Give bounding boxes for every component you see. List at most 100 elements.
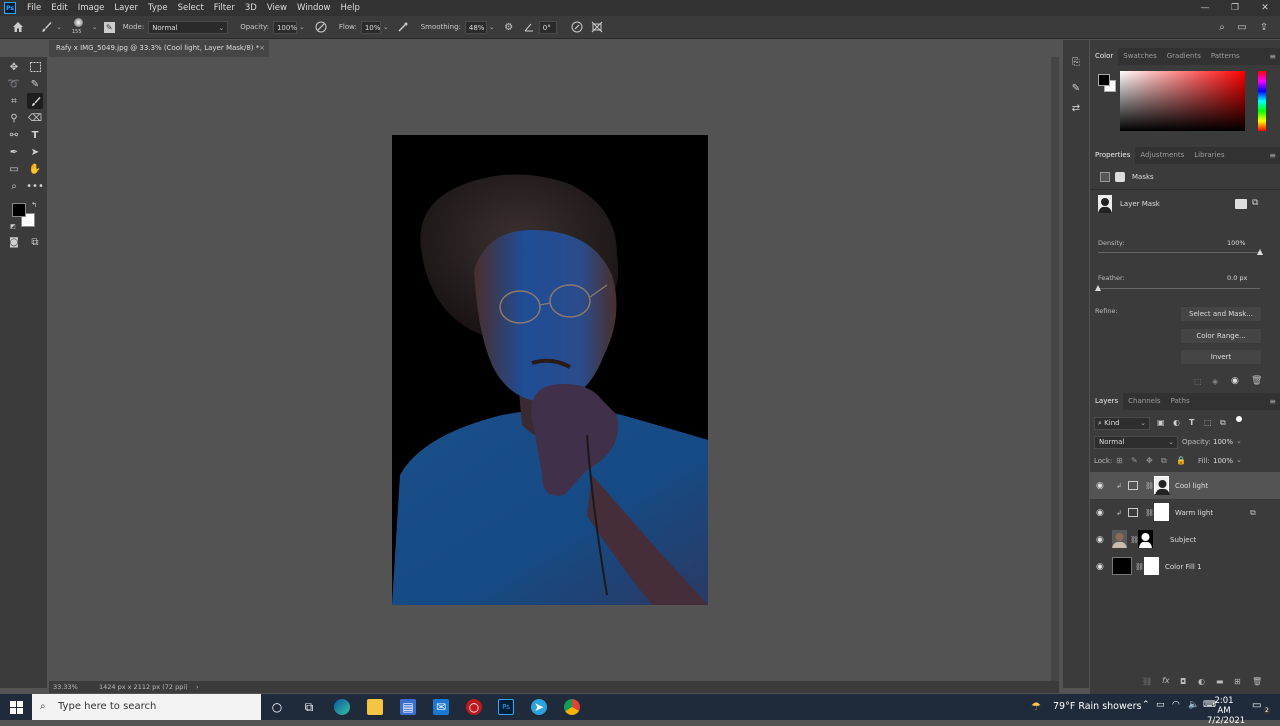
battery-icon[interactable]: ▭: [1156, 700, 1165, 710]
layer-name[interactable]: Warm light: [1175, 509, 1213, 517]
layer-name[interactable]: Cool light: [1175, 482, 1208, 490]
document-canvas-image[interactable]: [392, 135, 708, 605]
home-icon[interactable]: [10, 19, 26, 35]
vertical-scrollbar[interactable]: [1051, 57, 1059, 681]
filter-toggle-icon[interactable]: [1236, 416, 1242, 422]
density-slider-track[interactable]: [1098, 252, 1260, 253]
layer-row-color-fill[interactable]: ◉ ⛓ Color Fill 1: [1090, 553, 1280, 580]
chevron-down-icon[interactable]: ⌄: [299, 23, 305, 31]
eye-icon[interactable]: ◉: [1231, 376, 1239, 386]
chevron-down-icon[interactable]: ⌄: [56, 23, 62, 31]
trash-icon[interactable]: 🗑: [1251, 376, 1262, 386]
brush-settings-panel-icon[interactable]: ✎: [1068, 80, 1084, 96]
menu-type[interactable]: Type: [143, 3, 173, 13]
apply-mask-icon[interactable]: ◈: [1212, 377, 1218, 386]
hand-tool-icon[interactable]: ✋: [27, 161, 43, 177]
layer-row-warm-light[interactable]: ◉ ↲ ⛓ Warm light ⧉: [1090, 499, 1280, 526]
screen-mode-icon[interactable]: ⧉: [27, 234, 43, 250]
photoshop-taskbar-icon[interactable]: Ps: [498, 699, 514, 715]
chevron-down-icon[interactable]: ⌄: [1236, 437, 1242, 445]
file-explorer-icon[interactable]: [367, 699, 383, 715]
feather-slider-track[interactable]: [1098, 288, 1260, 289]
smoothing-input[interactable]: 48%: [464, 20, 487, 34]
menu-edit[interactable]: Edit: [46, 3, 72, 13]
zoom-tool-icon[interactable]: ⌕: [6, 178, 22, 194]
lock-artboard-icon[interactable]: ⧉: [1161, 456, 1167, 466]
mask-thumbnail[interactable]: [1144, 557, 1159, 575]
panel-menu-icon[interactable]: ≡: [1269, 151, 1276, 160]
invert-button[interactable]: Invert: [1180, 349, 1262, 365]
chevron-up-icon[interactable]: ⌃: [1142, 700, 1150, 710]
density-slider-thumb[interactable]: [1257, 249, 1263, 255]
tab-properties[interactable]: Properties: [1090, 147, 1136, 164]
menu-select[interactable]: Select: [173, 3, 209, 13]
zoom-level[interactable]: 33.33%: [53, 681, 78, 693]
color-field[interactable]: [1120, 71, 1245, 131]
chrome-icon[interactable]: [564, 699, 580, 715]
filter-type-icon[interactable]: T: [1189, 418, 1194, 427]
tab-layers[interactable]: Layers: [1090, 393, 1124, 410]
layer-filter-select[interactable]: ⌕ Kind ⌄: [1094, 417, 1150, 430]
fx-icon[interactable]: fx: [1162, 676, 1170, 685]
chevron-down-icon[interactable]: ⌄: [92, 23, 98, 31]
chevron-down-icon[interactable]: ⌄: [1236, 456, 1242, 464]
brush-tool-icon[interactable]: [27, 93, 43, 109]
share-icon[interactable]: ⇪: [1256, 19, 1272, 35]
type-tool-icon[interactable]: T: [27, 127, 43, 143]
notification-icon[interactable]: ▭: [1252, 700, 1261, 711]
panel-menu-icon[interactable]: ≡: [1269, 397, 1276, 406]
gear-icon[interactable]: ⚙: [501, 19, 517, 35]
mask-thumbnail[interactable]: [1138, 530, 1153, 548]
vector-mask-icon[interactable]: [1115, 172, 1125, 182]
panel-menu-icon[interactable]: ≡: [1269, 52, 1276, 61]
symmetry-icon[interactable]: [589, 19, 605, 35]
close-icon[interactable]: ×: [259, 40, 265, 57]
brush-preset-picker[interactable]: 155: [68, 17, 90, 37]
rectangle-tool-icon[interactable]: ▭: [6, 161, 22, 177]
opera-icon[interactable]: ○: [466, 699, 482, 715]
pressure-opacity-icon[interactable]: [313, 19, 329, 35]
store-icon[interactable]: ▤: [400, 699, 416, 715]
weather-text[interactable]: 79°F Rain showers: [1053, 701, 1141, 712]
menu-window[interactable]: Window: [292, 3, 336, 13]
fill-value[interactable]: 100%: [1213, 457, 1233, 465]
feather-value[interactable]: 0.0 px: [1227, 274, 1247, 282]
new-layer-icon[interactable]: ⊞: [1234, 677, 1241, 686]
eye-icon[interactable]: ◉: [1096, 562, 1104, 572]
filter-smart-object-icon[interactable]: ⧉: [1220, 418, 1226, 428]
layer-opacity-value[interactable]: 100%: [1213, 438, 1233, 446]
document-dimensions[interactable]: 1424 px x 2112 px (72 ppi): [99, 681, 188, 693]
chevron-down-icon[interactable]: ⌄: [383, 23, 389, 31]
task-view-icon[interactable]: ⧉: [301, 699, 317, 715]
menu-help[interactable]: Help: [336, 3, 365, 13]
airbrush-icon[interactable]: [395, 19, 411, 35]
minimize-icon[interactable]: —: [1190, 0, 1220, 16]
select-and-mask-button[interactable]: Select and Mask...: [1180, 306, 1262, 322]
layer-row-cool-light[interactable]: ◉ ↲ ⛓ Cool light: [1090, 472, 1280, 499]
taskbar-search-box[interactable]: ⌕ Type here to search: [32, 694, 261, 720]
wifi-icon[interactable]: ◠: [1172, 700, 1180, 710]
fill-thumbnail[interactable]: [1112, 557, 1132, 575]
telegram-icon[interactable]: ➤: [531, 699, 547, 715]
mail-icon[interactable]: ✉: [433, 699, 449, 715]
lock-position-icon[interactable]: ✥: [1146, 456, 1153, 465]
tab-gradients[interactable]: Gradients: [1162, 48, 1206, 65]
edge-icon[interactable]: [334, 699, 350, 715]
pixel-mask-icon[interactable]: [1100, 172, 1110, 182]
lasso-tool-icon[interactable]: ➰: [6, 76, 22, 92]
new-adjustment-icon[interactable]: ◐: [1198, 677, 1205, 686]
menu-filter[interactable]: Filter: [209, 3, 240, 13]
link-layers-icon[interactable]: ⛓: [1142, 677, 1152, 686]
close-icon[interactable]: ✕: [1250, 0, 1280, 16]
volume-icon[interactable]: 🔈: [1188, 700, 1199, 710]
tab-adjustments[interactable]: Adjustments: [1135, 147, 1189, 164]
search-icon[interactable]: ⌕: [1214, 19, 1230, 35]
restore-icon[interactable]: ❐: [1220, 0, 1250, 16]
color-range-button[interactable]: Color Range...: [1180, 328, 1262, 344]
new-group-icon[interactable]: ▬: [1216, 677, 1224, 686]
lock-all-icon[interactable]: 🔒: [1176, 456, 1186, 465]
history-icon[interactable]: ⎘: [1068, 54, 1084, 70]
filter-pixel-icon[interactable]: ▣: [1157, 418, 1165, 427]
lock-transparent-icon[interactable]: ⊞: [1116, 456, 1123, 465]
opacity-input[interactable]: 100%: [272, 20, 297, 34]
